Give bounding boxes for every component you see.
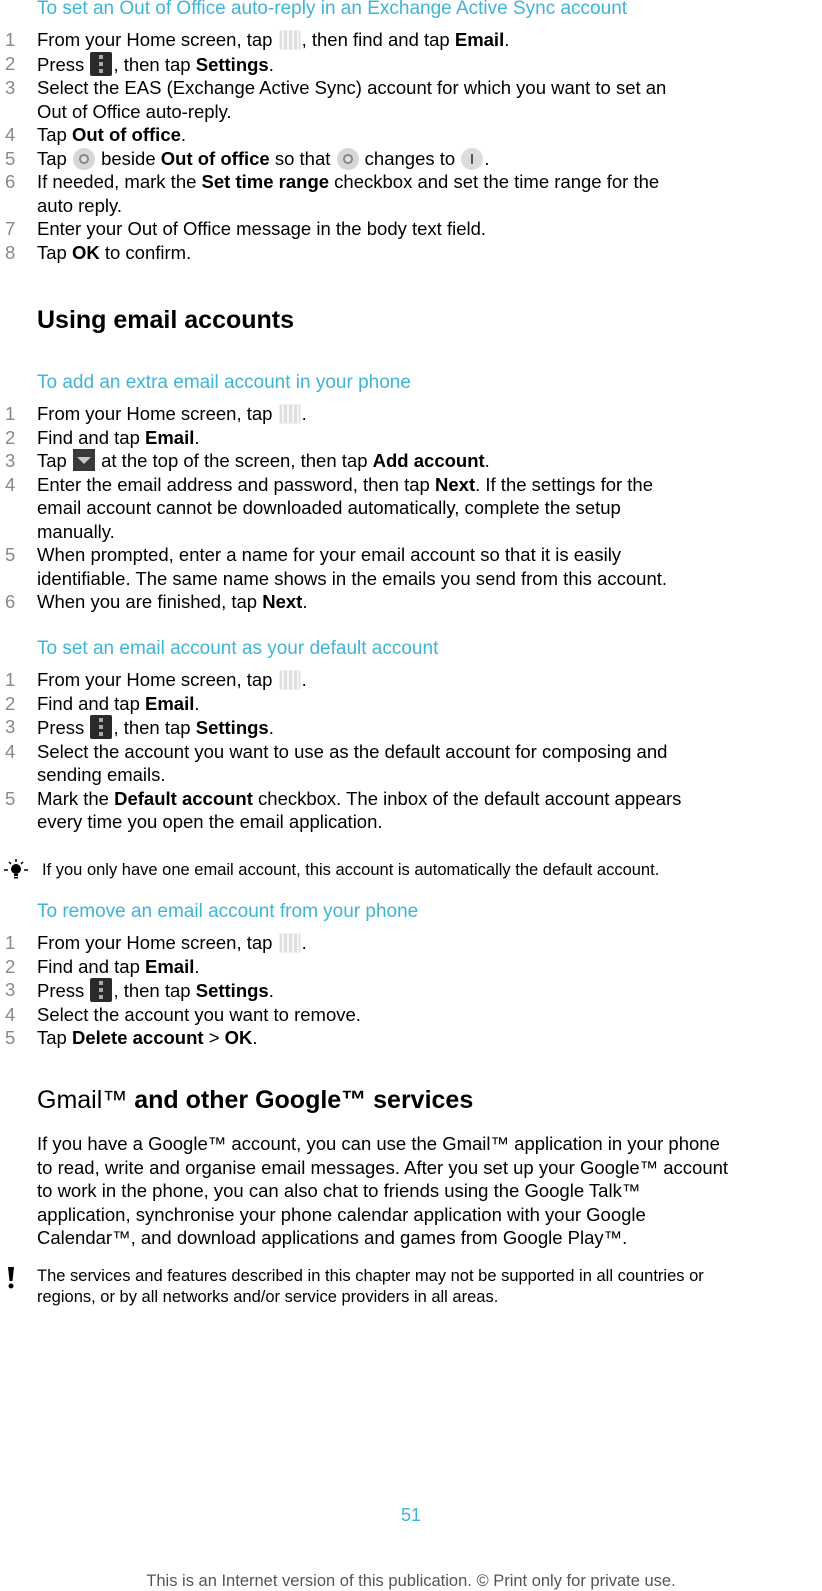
apps-grid-icon <box>278 670 301 690</box>
list-item: 5 Tap Delete account > OK. <box>5 1027 258 1048</box>
lightbulb-icon <box>4 859 28 879</box>
list-item: 1 From your Home screen, tap . <box>5 403 307 424</box>
list-item: 5 Tap beside Out of office so that chang… <box>5 147 490 170</box>
menu-key-icon <box>90 978 113 1002</box>
list-item: 6 If needed, mark the Set time range che… <box>5 171 660 216</box>
toggle-off-icon <box>72 147 95 170</box>
apps-grid-icon <box>278 933 301 953</box>
steps-remove-account: 1 From your Home screen, tap . 2 Find an… <box>0 931 822 1050</box>
subheading-default-account: To set an email account as your default … <box>37 638 439 659</box>
list-item: 3 Press , then tap Settings. <box>5 978 274 1002</box>
list-item: 4 Select the account you want to use as … <box>5 740 668 786</box>
list-item: 4 Select the account you want to remove. <box>5 1003 361 1025</box>
subheading-add-account: To add an extra email account in your ph… <box>37 372 411 393</box>
list-item: 4 Tap Out of office. <box>5 124 187 145</box>
list-item: 2 Press , then tap Settings. <box>5 51 274 76</box>
list-item: 3 Press , then tap Settings. <box>5 715 274 739</box>
menu-key-icon <box>90 715 113 739</box>
subheading-out-of-office: To set an Out of Office auto-reply in an… <box>37 0 628 19</box>
toggle-on-icon <box>461 147 484 170</box>
list-item: 3 Select the EAS (Exchange Active Sync) … <box>5 77 667 122</box>
steps-default-account: 1 From your Home screen, tap . 2 Find an… <box>0 668 822 834</box>
list-item: 7 Enter your Out of Office message in th… <box>5 218 487 239</box>
list-item: 8 Tap OK to confirm. <box>5 241 192 263</box>
page-number: 51 <box>400 1505 422 1525</box>
toggle-off-icon <box>336 147 359 170</box>
list-item: 1 From your Home screen, tap . <box>5 669 307 690</box>
list-item: 5 When prompted, enter a name for your e… <box>5 544 668 589</box>
apps-grid-icon <box>278 404 301 424</box>
steps-out-of-office: 1 From your Home screen, tap , then find… <box>0 28 822 264</box>
dropdown-arrow-icon <box>72 449 95 471</box>
list-item: 3 Tap at the top of the screen, then tap… <box>5 449 490 471</box>
subheading-remove-account: To remove an email account from your pho… <box>37 901 419 922</box>
list-item: 2 Find and tap Email. <box>5 692 200 714</box>
section-heading-using-email-accounts: Using email accounts <box>37 306 295 334</box>
steps-add-account: 1 From your Home screen, tap . 2 Find an… <box>0 402 822 614</box>
list-item: 6 When you are finished, tap Next. <box>5 591 308 612</box>
exclamation-icon <box>8 1267 14 1289</box>
list-item: 1 From your Home screen, tap . <box>5 932 307 953</box>
list-item: 1 From your Home screen, tap , then find… <box>5 29 510 50</box>
list-item: 2 Find and tap Email. <box>5 426 200 448</box>
footer-notice: This is an Internet version of this publ… <box>146 1572 676 1590</box>
gmail-paragraph: If you have a Google™ account, you can u… <box>37 1133 729 1248</box>
list-item: 4 Enter the email address and password, … <box>5 473 654 542</box>
section-heading-gmail: Gmail™ and other Google™ services <box>37 1086 474 1114</box>
list-item: 2 Find and tap Email. <box>5 955 200 977</box>
menu-key-icon <box>90 51 113 76</box>
list-item: 5 Mark the Default account checkbox. The… <box>5 787 682 833</box>
apps-grid-icon <box>278 30 301 50</box>
